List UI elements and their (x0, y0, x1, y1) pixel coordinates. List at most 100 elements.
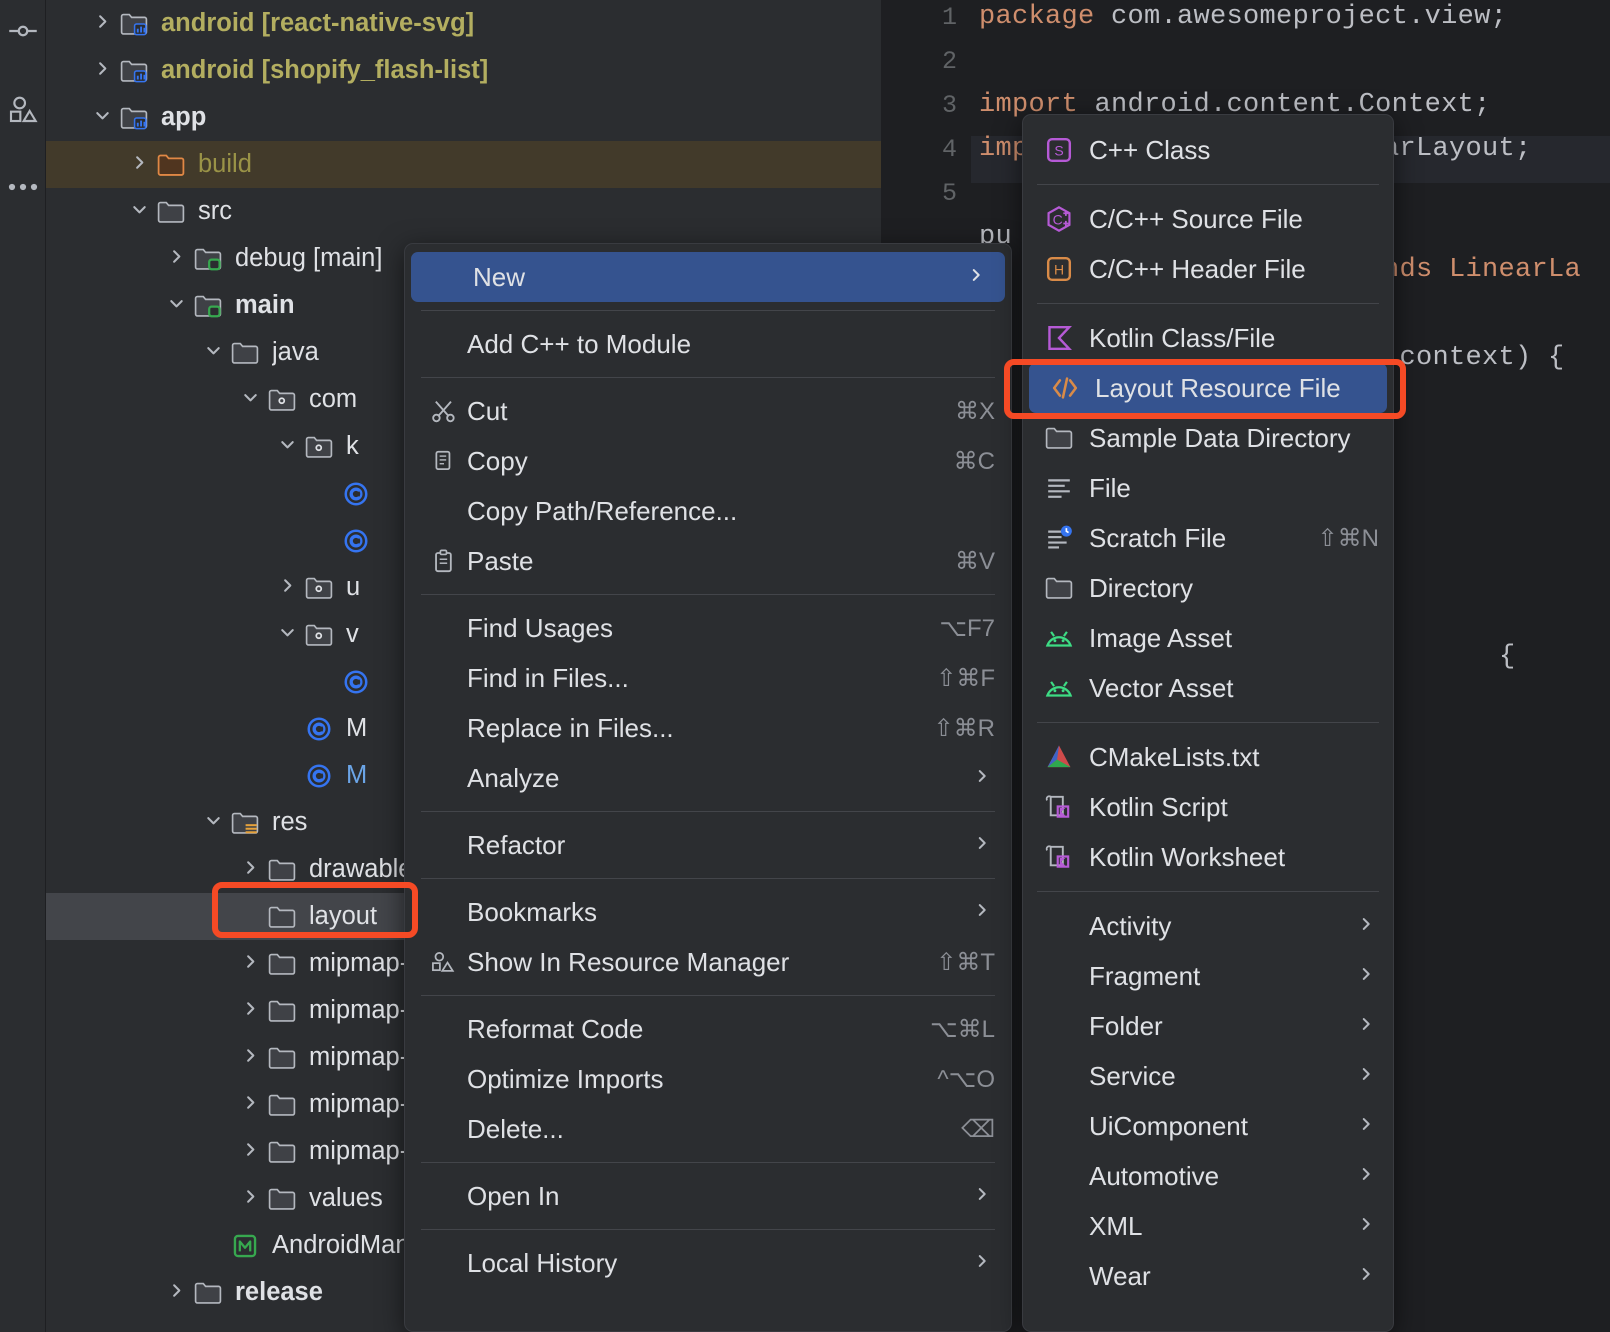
kotlin-script-icon (1041, 792, 1077, 822)
context-menu-item-label: Find Usages (467, 613, 1011, 644)
context-menu-item[interactable]: Reformat Code⌥⌘L (405, 1004, 1011, 1054)
line-number: 4 (942, 135, 957, 164)
code-text: context) { (1383, 343, 1565, 373)
context-menu-item[interactable]: Refactor (405, 820, 1011, 870)
submenu-item[interactable]: Automotive (1023, 1151, 1393, 1201)
chevron-right-icon[interactable] (236, 1187, 264, 1210)
chevron-right-icon[interactable] (273, 576, 301, 599)
chevron-right-icon[interactable] (236, 999, 264, 1022)
chevron-down-icon[interactable] (199, 811, 227, 834)
folder-icon (264, 1184, 300, 1214)
chevron-down-icon[interactable] (273, 623, 301, 646)
context-menu-item[interactable]: New (411, 252, 1005, 302)
code-fragment-linearlayout-tail: arLayout; (1383, 134, 1532, 164)
chevron-right-icon[interactable] (236, 1093, 264, 1116)
chevron-right-icon[interactable] (88, 59, 116, 82)
context-menu-item[interactable]: Replace in Files...⇧⌘R (405, 703, 1011, 753)
submenu-item[interactable]: Fragment (1023, 951, 1393, 1001)
tree-row[interactable]: android [react-native-svg] (46, 0, 881, 47)
context-menu-item[interactable]: Analyze (405, 753, 1011, 803)
context-menu-item[interactable]: Open In (405, 1171, 1011, 1221)
context-menu-item[interactable]: Add C++ to Module (405, 319, 1011, 369)
chevron-right-icon[interactable] (236, 858, 264, 881)
menu-item-icon-placeholder (427, 831, 461, 859)
menu-separator (421, 878, 995, 879)
submenu-item[interactable]: Vector Asset (1023, 663, 1393, 713)
submenu-item[interactable]: Wear (1023, 1251, 1393, 1301)
new-submenu[interactable]: SC++ Class CC/C++ Source FileHC/C++ Heade… (1022, 114, 1394, 1332)
menu-separator (421, 811, 995, 812)
chevron-down-icon[interactable] (162, 294, 190, 317)
project-context-menu[interactable]: New Add C++ to Module Cut⌘XCopy⌘CCopy Path… (404, 243, 1012, 1332)
context-menu-item[interactable]: Show In Resource Manager⇧⌘T (405, 937, 1011, 987)
submenu-item-label: Folder (1089, 1011, 1393, 1042)
keyword-package: package (979, 2, 1095, 32)
context-menu-item-shortcut: ⌥⌘L (930, 1015, 995, 1044)
context-menu-item[interactable]: Bookmarks (405, 887, 1011, 937)
more-tool-windows-icon[interactable] (0, 170, 46, 204)
cmake-icon (1041, 742, 1077, 772)
submenu-item[interactable]: CC/C++ Source File (1023, 194, 1393, 244)
context-menu-item-label: Replace in Files... (467, 713, 1011, 744)
submenu-item[interactable]: Service (1023, 1051, 1393, 1101)
submenu-item[interactable]: SC++ Class (1023, 125, 1393, 175)
menu-item-icon-placeholder (427, 898, 461, 926)
chevron-right-icon[interactable] (236, 1140, 264, 1163)
context-menu-item[interactable]: Optimize Imports^⌥O (405, 1054, 1011, 1104)
submenu-item[interactable]: Scratch File⇧⌘N (1023, 513, 1393, 563)
submenu-item[interactable]: Directory (1023, 563, 1393, 613)
submenu-item[interactable]: Sample Data Directory (1023, 413, 1393, 463)
folder-icon (264, 902, 300, 932)
submenu-item[interactable]: Activity (1023, 901, 1393, 951)
context-menu-item[interactable]: Paste⌘V (405, 536, 1011, 586)
chevron-down-icon[interactable] (125, 200, 153, 223)
chevron-down-icon[interactable] (88, 106, 116, 129)
resource-manager-icon[interactable] (0, 92, 46, 126)
folder-icon (1041, 423, 1077, 453)
context-menu-item[interactable]: Copy Path/Reference... (405, 486, 1011, 536)
context-menu-item-label: Optimize Imports (467, 1064, 1011, 1095)
submenu-item-label: Kotlin Class/File (1089, 323, 1393, 354)
submenu-item[interactable]: UiComponent (1023, 1101, 1393, 1151)
chevron-down-icon[interactable] (199, 341, 227, 364)
submenu-item[interactable]: Layout Resource File (1029, 363, 1387, 413)
submenu-item[interactable]: Kotlin Class/File (1023, 313, 1393, 363)
tree-row-label: java (272, 338, 319, 367)
submenu-item[interactable]: Kotlin Worksheet (1023, 832, 1393, 882)
chevron-right-icon[interactable] (125, 153, 153, 176)
submenu-item[interactable]: Image Asset (1023, 613, 1393, 663)
submenu-item[interactable]: HC/C++ Header File (1023, 244, 1393, 294)
submenu-item[interactable]: Folder (1023, 1001, 1393, 1051)
chevron-down-icon[interactable] (273, 435, 301, 458)
submenu-item[interactable]: XML (1023, 1201, 1393, 1251)
submenu-item-label: Kotlin Worksheet (1089, 842, 1393, 873)
chevron-right-icon (1357, 1213, 1375, 1239)
chevron-right-icon[interactable] (162, 247, 190, 270)
chevron-right-icon[interactable] (236, 952, 264, 975)
tree-row[interactable]: android [shopify_flash-list] (46, 47, 881, 94)
chevron-right-icon[interactable] (162, 1281, 190, 1304)
submenu-separator (1037, 303, 1379, 304)
context-menu-item-label: Add C++ to Module (467, 329, 1011, 360)
context-menu-item[interactable]: Find Usages⌥F7 (405, 603, 1011, 653)
submenu-item[interactable]: Kotlin Script (1023, 782, 1393, 832)
code-fragment-context: context) { (1383, 343, 1565, 373)
line-number: 3 (942, 91, 957, 120)
context-menu-item[interactable]: Delete...⌫ (405, 1104, 1011, 1154)
menu-item-icon-placeholder (427, 764, 461, 792)
folder-icon (1041, 573, 1077, 603)
chevron-right-icon[interactable] (236, 1046, 264, 1069)
version-control-icon[interactable] (0, 14, 46, 48)
context-menu-item[interactable]: Cut⌘X (405, 386, 1011, 436)
submenu-item[interactable]: CMakeLists.txt (1023, 732, 1393, 782)
tree-row-label: build (198, 150, 252, 179)
chevron-down-icon[interactable] (236, 388, 264, 411)
context-menu-item[interactable]: Find in Files...⇧⌘F (405, 653, 1011, 703)
tree-row[interactable]: src (46, 188, 881, 235)
tree-row[interactable]: app (46, 94, 881, 141)
context-menu-item[interactable]: Local History (405, 1238, 1011, 1288)
context-menu-item[interactable]: Copy⌘C (405, 436, 1011, 486)
chevron-right-icon[interactable] (88, 12, 116, 35)
submenu-item[interactable]: File (1023, 463, 1393, 513)
tree-row[interactable]: build (46, 141, 881, 188)
